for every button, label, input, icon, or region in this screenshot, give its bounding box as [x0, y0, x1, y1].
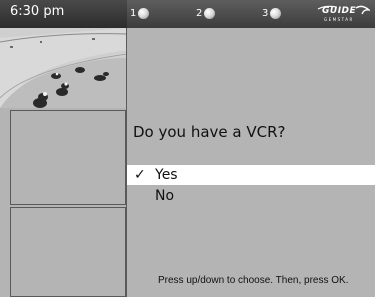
channel-dot-icon: [204, 8, 216, 19]
guide-screen: 6:30 pm 1 2 3 GUIDE GEMSTAR Do you have …: [0, 0, 375, 297]
channel-number: 1: [130, 8, 137, 19]
clock-time: 6:30 pm: [10, 4, 65, 19]
channel-number: 3: [262, 8, 269, 19]
channel-dot-icon: [138, 8, 150, 19]
channel-indicator-1[interactable]: 1: [130, 7, 150, 21]
setup-question: Do you have a VCR?: [133, 123, 286, 141]
guide-logo: GUIDE GEMSTAR: [316, 5, 370, 25]
side-panel-bottom: [10, 207, 126, 297]
motorcycle-race-video-icon: [0, 28, 127, 108]
side-panel-top: [10, 110, 126, 205]
option-yes-label: Yes: [155, 167, 178, 183]
channel-number: 2: [196, 8, 203, 19]
logo-text: GUIDE: [322, 6, 357, 16]
panel-divider: [126, 28, 127, 297]
channel-dot-icon: [270, 8, 282, 19]
checkmark-icon: ✓: [134, 167, 146, 183]
instruction-text: Press up/down to choose. Then, press OK.: [158, 275, 349, 286]
channel-indicator-3[interactable]: 3: [262, 7, 282, 21]
time-display: 6:30 pm: [0, 0, 127, 28]
channel-indicator-2[interactable]: 2: [196, 7, 216, 21]
option-yes[interactable]: ✓ Yes: [127, 165, 375, 185]
option-no[interactable]: No: [127, 186, 375, 206]
logo-subtext: GEMSTAR: [324, 17, 354, 22]
top-bar: 6:30 pm 1 2 3 GUIDE GEMSTAR: [0, 0, 375, 28]
option-no-label: No: [155, 188, 175, 204]
live-video-preview: [0, 28, 127, 108]
